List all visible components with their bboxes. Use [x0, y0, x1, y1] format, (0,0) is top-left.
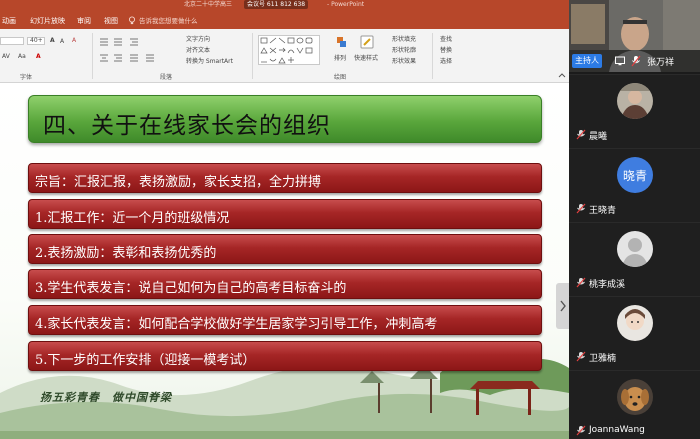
host-badge: 主持人: [572, 54, 602, 68]
font-name-box[interactable]: [0, 37, 24, 45]
avatar-text: 晓青: [622, 169, 647, 183]
lightbulb-icon: [128, 15, 136, 24]
slide-title-box[interactable]: 四、关于在线家长会的组织: [28, 95, 542, 143]
screen-share-icon: [615, 56, 625, 66]
host-name: 张万祥: [647, 58, 675, 68]
participant-tile[interactable]: 晨曦: [569, 74, 700, 148]
agenda-bar-3[interactable]: 3.学生代表发言：说自己如何为自己的高考目标奋斗的: [28, 269, 542, 299]
chevron-right-icon: [560, 300, 566, 312]
paragraph-buttons-icon[interactable]: [98, 37, 168, 67]
font-size-box[interactable]: 40+: [27, 37, 45, 45]
shape-effects-button[interactable]: 形状效果: [392, 56, 416, 65]
meeting-id-badge: 会议号 611 812 638: [244, 0, 309, 9]
host-label-bar: 主持人 张万祥: [569, 50, 700, 72]
replace-button[interactable]: 替换: [440, 45, 452, 54]
agenda-text: 1.汇报工作：近一个月的班级情况: [35, 211, 230, 226]
participant-name: 桃李成溪: [589, 280, 626, 290]
quick-styles-icon[interactable]: [360, 35, 374, 51]
participant-name: JoannaWang: [589, 425, 645, 435]
change-case-icon[interactable]: Aa: [18, 53, 26, 60]
agenda-bar-5[interactable]: 5.下一步的工作安排（迎接一模考试）: [28, 341, 542, 371]
arrange-button[interactable]: 排列: [334, 53, 346, 62]
shapes-icon: [260, 37, 313, 64]
mic-muted-icon: [631, 55, 641, 67]
quick-styles-button[interactable]: 快速样式: [354, 53, 378, 62]
select-button[interactable]: 选择: [440, 56, 452, 65]
participant-tile[interactable]: 晓青 王晓青: [569, 148, 700, 222]
participant-name: 王晓青: [589, 206, 617, 216]
app-name: - PowerPoint: [327, 1, 365, 8]
slide-title: 四、关于在线家长会的组织: [43, 113, 331, 139]
tab-review[interactable]: 审阅: [77, 16, 91, 26]
agenda-bar-2[interactable]: 2.表扬激励：表彰和表扬优秀的: [28, 234, 542, 264]
shape-fill-button[interactable]: 形状填充: [392, 34, 416, 43]
ribbon: 40+ A A A AV Aa A 字体 文字方向 对齐文本 转换为 Smart…: [0, 29, 569, 83]
find-button[interactable]: 查找: [440, 34, 452, 43]
mic-muted-icon: [576, 277, 586, 288]
document-title: 北京二十中学高三: [184, 1, 233, 8]
agenda-text: 2.表扬激励：表彰和表扬优秀的: [35, 246, 217, 261]
group-paragraph-label: 段落: [160, 74, 173, 81]
tab-animations[interactable]: 动画: [2, 16, 16, 26]
shrink-font-icon[interactable]: A: [60, 38, 64, 45]
agenda-text: 5.下一步的工作安排（迎接一模考试）: [35, 353, 256, 368]
agenda-text: 4.家长代表发言：如何配合学校做好学生居家学习引导工作，冲刺高考: [35, 317, 438, 332]
group-drawing-label: 绘图: [334, 74, 347, 81]
dog-photo-avatar: [617, 379, 653, 415]
group-separator: [252, 33, 253, 79]
participant-name: 晨曦: [589, 132, 608, 142]
default-person-avatar: [617, 231, 653, 267]
clear-format-icon[interactable]: A: [72, 37, 76, 44]
participant-tile[interactable]: 卫雅楠: [569, 296, 700, 370]
agenda-text: 3.学生代表发言：说自己如何为自己的高考目标奋斗的: [35, 281, 347, 296]
host-video[interactable]: 主持人 张万祥: [569, 0, 700, 72]
slide-motto: 扬五彩青春 做中国脊梁: [40, 391, 172, 404]
participants-panel: 主持人 张万祥 晨曦 晓青 王晓青 桃李成溪 卫雅楠 JoannaWang: [569, 0, 700, 439]
text-avatar: 晓青: [617, 157, 653, 193]
ribbon-tabs: 动画 幻灯片放映 审阅 视图 告诉我您想要做什么: [0, 10, 569, 29]
tell-me-placeholder: 告诉我您想要做什么: [139, 17, 198, 25]
char-spacing-icon[interactable]: AV: [2, 53, 10, 60]
participant-name: 卫雅楠: [589, 354, 617, 364]
agenda-bar-4[interactable]: 4.家长代表发言：如何配合学校做好学生居家学习引导工作，冲刺高考: [28, 305, 542, 335]
shape-outline-button[interactable]: 形状轮廓: [392, 45, 416, 54]
mic-muted-icon: [576, 425, 586, 436]
mic-muted-icon: [576, 129, 586, 140]
mic-muted-icon: [576, 203, 586, 214]
text-direction-button[interactable]: 文字方向: [186, 34, 210, 43]
slide-canvas[interactable]: 四、关于在线家长会的组织 宗旨：汇报汇报，表扬激励，家长支招，全力拼搏 1.汇报…: [0, 83, 569, 439]
convert-smartart-button[interactable]: 转换为 SmartArt: [186, 56, 233, 65]
tab-slideshow[interactable]: 幻灯片放映: [30, 16, 65, 26]
shapes-gallery[interactable]: [258, 35, 320, 65]
agenda-text: 宗旨：汇报汇报，表扬激励，家长支招，全力拼搏: [35, 175, 322, 190]
align-text-button[interactable]: 对齐文本: [186, 45, 210, 54]
powerpoint-window: 北京二十中学高三 - PowerPoint 会议号 611 812 638 动画…: [0, 0, 569, 439]
agenda-bar-1[interactable]: 1.汇报工作：近一个月的班级情况: [28, 199, 542, 229]
tell-me-search[interactable]: 告诉我您想要做什么: [128, 14, 198, 26]
group-font-label: 字体: [20, 74, 33, 81]
tab-view[interactable]: 视图: [104, 16, 118, 26]
person-icon: [622, 238, 648, 267]
participant-tile[interactable]: 桃李成溪: [569, 222, 700, 296]
group-separator: [92, 33, 93, 79]
photo-avatar: [617, 83, 653, 119]
participant-tile[interactable]: JoannaWang: [569, 370, 700, 439]
group-separator: [432, 33, 433, 79]
font-color-icon[interactable]: A: [36, 53, 41, 60]
mic-muted-icon: [576, 351, 586, 362]
next-slide-button[interactable]: [556, 283, 569, 329]
photo-avatar: [617, 305, 653, 341]
arrange-icon[interactable]: [336, 36, 348, 50]
agenda-bar-purpose[interactable]: 宗旨：汇报汇报，表扬激励，家长支招，全力拼搏: [28, 163, 542, 193]
grow-font-icon[interactable]: A: [50, 37, 55, 44]
chevron-up-icon[interactable]: [558, 72, 566, 78]
